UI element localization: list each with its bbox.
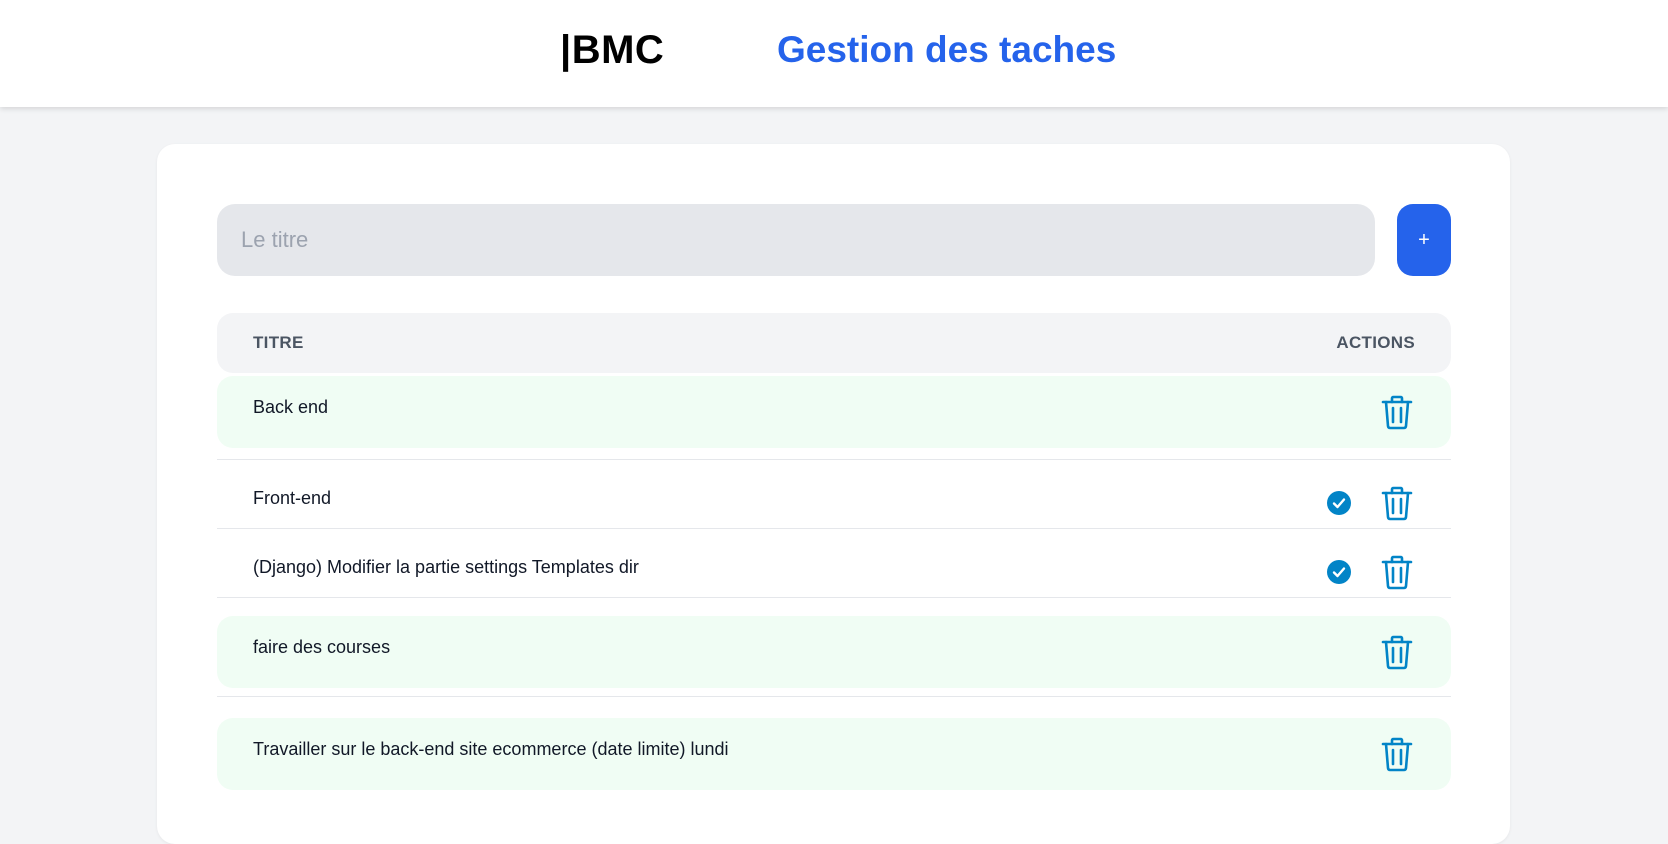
row-divider [217, 597, 1451, 598]
trash-icon[interactable] [1380, 485, 1414, 521]
trash-icon[interactable] [1380, 634, 1414, 670]
page-title: Gestion des taches [777, 29, 1117, 70]
column-header-title: TITRE [253, 333, 304, 352]
row-divider [217, 459, 1451, 460]
check-circle-icon[interactable] [1327, 560, 1351, 584]
task-title: faire des courses [253, 637, 391, 657]
task-title: (Django) Modifier la partie settings Tem… [253, 557, 639, 577]
column-header-actions: ACTIONS [1336, 333, 1415, 352]
task-title: Front-end [253, 488, 332, 508]
task-row: Back end [217, 376, 1451, 448]
brand-logo[interactable]: |BMC [560, 26, 664, 74]
task-row: faire des courses [217, 616, 1451, 688]
row-divider [217, 528, 1451, 529]
trash-icon[interactable] [1380, 394, 1414, 430]
trash-icon[interactable] [1380, 554, 1414, 590]
task-title-input[interactable] [217, 204, 1375, 276]
task-card: + TITRE ACTIONS Back end Front-end (Django… [157, 144, 1510, 844]
check-circle-icon[interactable] [1327, 491, 1351, 515]
task-title: Back end [253, 397, 329, 417]
add-task-button[interactable]: + [1397, 204, 1451, 276]
row-divider [217, 696, 1451, 697]
task-title: Travailler sur le back-end site ecommerc… [253, 739, 729, 759]
task-row: Travailler sur le back-end site ecommerc… [217, 718, 1451, 790]
table-header: TITRE ACTIONS [217, 313, 1451, 373]
top-header: |BMC Gestion des taches [0, 0, 1668, 107]
trash-icon[interactable] [1380, 736, 1414, 772]
